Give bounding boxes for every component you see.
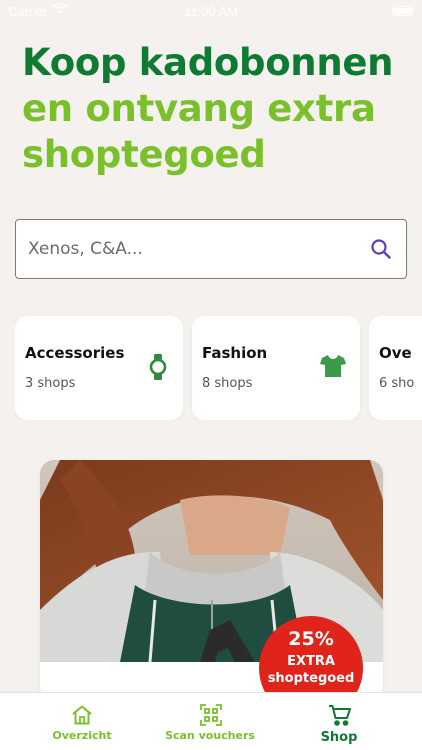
status-bar: Carrier 11:00 AM xyxy=(0,0,422,22)
home-icon xyxy=(71,705,93,729)
badge-line-1: EXTRA xyxy=(287,654,335,669)
carrier-label: Carrier xyxy=(8,4,48,19)
category-title: Fashion xyxy=(202,344,268,362)
watch-icon xyxy=(149,354,167,384)
category-shop-count: 8 shops xyxy=(202,376,253,391)
category-card-partial[interactable]: Ove 6 sho xyxy=(369,316,422,420)
battery-icon xyxy=(392,6,414,16)
category-title: Ove xyxy=(379,344,412,362)
tab-shop[interactable]: Shop xyxy=(309,693,369,750)
tab-scan-vouchers[interactable]: Scan vouchers xyxy=(160,693,260,750)
headline-line-1: Koop kadobonnen xyxy=(22,41,394,84)
badge-line-2: shoptegoed xyxy=(267,671,355,686)
headline-line-3: shoptegoed xyxy=(22,133,266,176)
search-box[interactable] xyxy=(15,219,407,279)
category-shop-count: 3 shops xyxy=(25,376,76,391)
tab-label: Scan vouchers xyxy=(165,729,255,742)
bottom-tab-bar: Overzicht Scan vouchers Shop xyxy=(0,692,422,750)
tshirt-icon xyxy=(320,354,346,382)
search-icon[interactable] xyxy=(370,238,392,264)
category-title: Accessories xyxy=(25,344,125,362)
qr-icon xyxy=(200,704,222,730)
category-carousel[interactable]: Accessories 3 shops Fashion 8 shops Ove … xyxy=(15,316,422,420)
badge-percent: 25% xyxy=(288,628,334,650)
headline-line-2: en ontvang extra xyxy=(22,87,376,130)
category-card-accessories[interactable]: Accessories 3 shops xyxy=(15,316,183,420)
clock-label: 11:00 AM xyxy=(184,4,238,19)
search-input[interactable] xyxy=(28,234,358,264)
category-card-fashion[interactable]: Fashion 8 shops xyxy=(192,316,360,420)
tab-label: Overzicht xyxy=(52,729,112,742)
category-shop-count: 6 sho xyxy=(379,376,415,391)
tab-overzicht[interactable]: Overzicht xyxy=(40,693,124,750)
wifi-icon xyxy=(52,2,68,19)
page-headline: Koop kadobonnen en ontvang extra shopteg… xyxy=(22,40,394,178)
tab-label: Shop xyxy=(320,730,358,745)
cart-icon xyxy=(328,704,352,730)
